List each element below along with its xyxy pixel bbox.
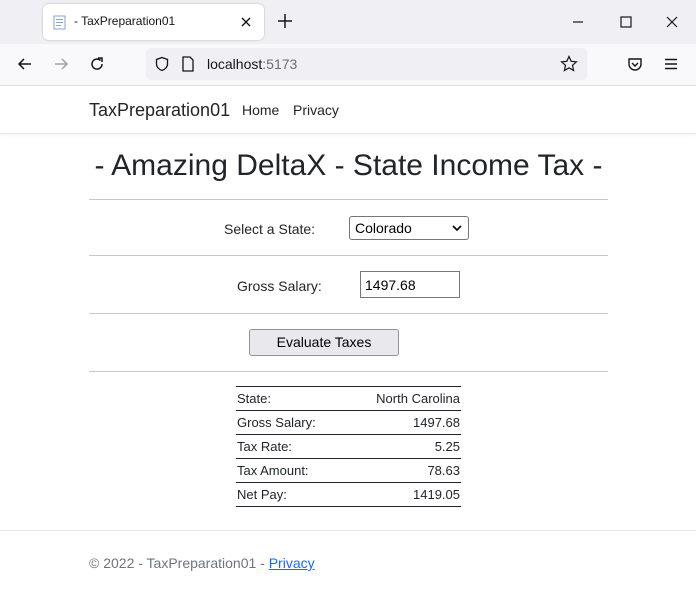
url-host: localhost xyxy=(207,56,263,72)
pocket-icon[interactable] xyxy=(626,55,644,73)
nav-link-privacy[interactable]: Privacy xyxy=(293,102,339,118)
browser-toolbar: localhost:5173 xyxy=(0,44,696,86)
results-row: Net Pay: 1419.05 xyxy=(236,483,461,507)
shield-icon[interactable] xyxy=(154,56,170,72)
bookmark-star-icon[interactable] xyxy=(560,55,578,73)
close-tab-icon[interactable] xyxy=(239,15,253,29)
gross-salary-value: 1497.68 xyxy=(365,277,416,293)
divider xyxy=(89,199,608,200)
result-value: 1497.68 xyxy=(413,415,460,430)
maximize-icon[interactable] xyxy=(616,12,636,32)
results-row: Tax Amount: 78.63 xyxy=(236,459,461,483)
result-label: Tax Amount: xyxy=(237,463,309,478)
results-row: Tax Rate: 5.25 xyxy=(236,435,461,459)
result-value: 5.25 xyxy=(434,439,460,454)
chevron-down-icon xyxy=(452,225,462,232)
site-brand-link[interactable]: TaxPreparation01 xyxy=(89,100,230,121)
site-footer: © 2022 - TaxPreparation01 - Privacy xyxy=(0,530,696,593)
close-window-icon[interactable] xyxy=(662,12,682,32)
state-label: Select a State: xyxy=(224,221,316,237)
result-value: 1419.05 xyxy=(413,487,460,502)
divider xyxy=(89,313,608,314)
url-port: :5173 xyxy=(262,56,298,72)
divider xyxy=(89,255,608,256)
footer-text: © 2022 - TaxPreparation01 - Privacy xyxy=(89,555,315,571)
footer-privacy-link[interactable]: Privacy xyxy=(269,555,315,571)
url-text[interactable]: localhost:5173 xyxy=(207,56,297,72)
page-title: - Amazing DeltaX - State Income Tax - xyxy=(94,149,603,182)
evaluate-taxes-button[interactable]: Evaluate Taxes xyxy=(249,329,399,356)
results-table: State: North Carolina Gross Salary: 1497… xyxy=(236,386,461,507)
tab-title: - TaxPreparation01 xyxy=(74,14,176,28)
reload-icon[interactable] xyxy=(88,55,106,73)
menu-icon[interactable] xyxy=(662,55,680,73)
result-label: State: xyxy=(237,391,271,406)
browser-tab[interactable]: - TaxPreparation01 xyxy=(43,4,264,40)
back-icon[interactable] xyxy=(16,55,34,73)
page-info-icon[interactable] xyxy=(181,56,195,72)
state-select-value: Colorado xyxy=(355,220,412,236)
minimize-icon[interactable] xyxy=(568,12,588,32)
result-label: Gross Salary: xyxy=(237,415,316,430)
page-icon xyxy=(53,15,66,30)
copyright-text: © 2022 - TaxPreparation01 - xyxy=(89,555,269,571)
new-tab-icon[interactable] xyxy=(276,12,294,30)
salary-label: Gross Salary: xyxy=(237,278,322,294)
results-row: State: North Carolina xyxy=(236,387,461,411)
site-navbar: TaxPreparation01 Home Privacy xyxy=(0,86,696,134)
address-bar[interactable]: localhost:5173 xyxy=(146,48,587,80)
result-label: Tax Rate: xyxy=(237,439,292,454)
result-value: 78.63 xyxy=(427,463,460,478)
result-value: North Carolina xyxy=(376,391,460,406)
gross-salary-input[interactable]: 1497.68 xyxy=(360,271,460,298)
result-label: Net Pay: xyxy=(237,487,287,502)
state-select[interactable]: Colorado xyxy=(349,216,469,240)
divider xyxy=(89,371,608,372)
results-row: Gross Salary: 1497.68 xyxy=(236,411,461,435)
browser-tab-bar: - TaxPreparation01 xyxy=(0,0,696,44)
forward-icon[interactable] xyxy=(52,55,70,73)
nav-link-home[interactable]: Home xyxy=(242,102,279,118)
